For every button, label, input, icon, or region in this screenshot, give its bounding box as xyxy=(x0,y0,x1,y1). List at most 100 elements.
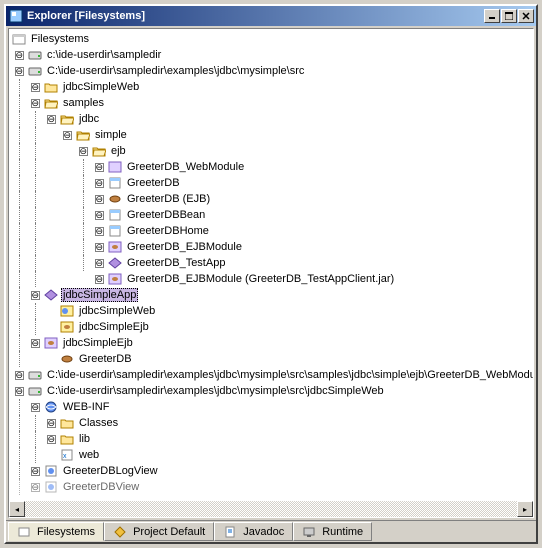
expand-toggle[interactable]: ⊖ xyxy=(31,403,40,412)
project-icon xyxy=(113,525,127,539)
expand-toggle[interactable]: ⊖ xyxy=(79,147,88,156)
tab-javadoc[interactable]: Javadoc xyxy=(214,522,293,541)
tree-label: jdbc xyxy=(77,112,101,126)
expand-toggle[interactable]: ⊖ xyxy=(15,387,24,396)
expand-toggle[interactable]: ⊖ xyxy=(47,115,56,124)
tree-label: C:\ide-userdir\sampledir\examples\jdbc\m… xyxy=(45,64,306,78)
tree-node[interactable]: jdbcSimpleWeb xyxy=(11,303,533,319)
tree-label: GreeterDB xyxy=(77,352,134,366)
tree-node[interactable]: ⊖ GreeterDB xyxy=(11,175,533,191)
tree-node[interactable]: ⊖ GreeterDB_WebModule xyxy=(11,159,533,175)
tree-node[interactable]: ⊖ Classes xyxy=(11,415,533,431)
expand-toggle[interactable]: ⊖ xyxy=(31,99,40,108)
expand-toggle[interactable]: ⊖ xyxy=(63,131,72,140)
explorer-window: Explorer [Filesystems] Filesystems ⊖ c:\… xyxy=(4,4,538,544)
ejb-ref-icon xyxy=(59,319,75,335)
tree-label: GreeterDBView xyxy=(61,480,141,494)
expand-toggle[interactable]: ⊖ xyxy=(15,371,24,380)
expand-toggle[interactable]: ⊖ xyxy=(95,211,104,220)
drive-icon xyxy=(27,47,43,63)
tree-label: c:\ide-userdir\sampledir xyxy=(45,48,163,62)
tree-node[interactable]: x web xyxy=(11,447,533,463)
tab-project-default[interactable]: Project Default xyxy=(104,522,214,541)
expand-toggle[interactable]: ⊖ xyxy=(47,419,56,428)
expand-toggle[interactable]: ⊖ xyxy=(31,483,40,492)
tab-filesystems[interactable]: Filesystems xyxy=(8,522,104,541)
xml-icon: x xyxy=(59,447,75,463)
expand-toggle[interactable]: ⊖ xyxy=(95,259,104,268)
app-icon xyxy=(43,287,59,303)
scroll-left-button[interactable]: ◂ xyxy=(9,501,25,517)
tree-label: WEB-INF xyxy=(61,400,111,414)
tree-node[interactable]: ⊖ samples xyxy=(11,95,533,111)
javadoc-icon xyxy=(223,525,237,539)
tree-label: jdbcSimpleEjb xyxy=(77,320,151,334)
expand-toggle[interactable]: ⊖ xyxy=(31,339,40,348)
tree-node[interactable]: ⊖ C:\ide-userdir\sampledir\examples\jdbc… xyxy=(11,63,533,79)
expand-toggle[interactable]: ⊖ xyxy=(31,291,40,300)
tree-node[interactable]: ⊖ GreeterDB_EJBModule (GreeterDB_TestApp… xyxy=(11,271,533,287)
tree-label: jdbcSimpleApp xyxy=(61,288,138,302)
ejb-module-icon xyxy=(107,271,123,287)
tree-node[interactable]: ⊖ GreeterDBView xyxy=(11,479,533,495)
tree-node[interactable]: ⊖ GreeterDBHome xyxy=(11,223,533,239)
expand-toggle[interactable]: ⊖ xyxy=(95,195,104,204)
tree-node[interactable]: ⊖ lib xyxy=(11,431,533,447)
tree-label: GreeterDB_TestApp xyxy=(125,256,227,270)
tree-node[interactable]: ⊖ WEB-INF xyxy=(11,399,533,415)
scroll-right-button[interactable]: ▸ xyxy=(517,501,533,517)
expand-toggle[interactable]: ⊖ xyxy=(95,179,104,188)
expand-toggle[interactable]: ⊖ xyxy=(31,467,40,476)
expand-toggle[interactable]: ⊖ xyxy=(95,275,104,284)
tree-node[interactable]: GreeterDB xyxy=(11,351,533,367)
expand-toggle[interactable]: ⊖ xyxy=(15,67,24,76)
tree-node[interactable]: ⊖ GreeterDBLogView xyxy=(11,463,533,479)
expand-toggle[interactable]: ⊖ xyxy=(95,227,104,236)
tree-label: GreeterDB_WebModule xyxy=(125,160,246,174)
tree-node[interactable]: ⊖ simple xyxy=(11,127,533,143)
tree-node[interactable]: ⊖ C:\ide-userdir\sampledir\examples\jdbc… xyxy=(11,383,533,399)
tree-label: web xyxy=(77,448,101,462)
tree-node[interactable]: ⊖ c:\ide-userdir\sampledir xyxy=(11,47,533,63)
tree-node[interactable]: ⊖ jdbcSimpleWeb xyxy=(11,79,533,95)
bean-icon xyxy=(59,351,75,367)
expand-toggle[interactable]: ⊖ xyxy=(31,83,40,92)
tree-node[interactable]: ⊖ ejb xyxy=(11,143,533,159)
close-button[interactable] xyxy=(518,9,534,23)
window-title: Explorer [Filesystems] xyxy=(27,10,484,22)
tree-label: Filesystems xyxy=(29,32,91,46)
tree-node[interactable]: ⊖ GreeterDB_EJBModule xyxy=(11,239,533,255)
tree-label: GreeterDB_EJBModule xyxy=(125,240,244,254)
tab-label: Project Default xyxy=(133,526,205,538)
tree-node[interactable]: ⊖ C:\ide-userdir\sampledir\examples\jdbc… xyxy=(11,367,533,383)
bottom-tabs: Filesystems Project Default Javadoc Runt… xyxy=(6,520,536,542)
class-icon xyxy=(107,223,123,239)
tree-view[interactable]: Filesystems ⊖ c:\ide-userdir\sampledir ⊖… xyxy=(9,29,533,501)
tree-label: lib xyxy=(77,432,92,446)
scroll-track[interactable] xyxy=(25,501,517,517)
tree-node[interactable]: ⊖ GreeterDB_TestApp xyxy=(11,255,533,271)
tree-node-selected[interactable]: ⊖ jdbcSimpleApp xyxy=(11,287,533,303)
tree-root[interactable]: Filesystems xyxy=(11,31,533,47)
tree-label: GreeterDB_EJBModule (GreeterDB_TestAppCl… xyxy=(125,272,396,286)
minimize-button[interactable] xyxy=(484,9,500,23)
maximize-button[interactable] xyxy=(501,9,517,23)
tab-label: Filesystems xyxy=(37,526,95,538)
folder-open-icon xyxy=(91,143,107,159)
titlebar[interactable]: Explorer [Filesystems] xyxy=(6,6,536,26)
expand-toggle[interactable]: ⊖ xyxy=(47,435,56,444)
expand-toggle[interactable]: ⊖ xyxy=(95,243,104,252)
expand-toggle[interactable]: ⊖ xyxy=(15,51,24,60)
tree-node[interactable]: ⊖ jdbcSimpleEjb xyxy=(11,335,533,351)
content-area: Filesystems ⊖ c:\ide-userdir\sampledir ⊖… xyxy=(8,28,534,518)
folder-icon xyxy=(43,79,59,95)
tree-node[interactable]: ⊖ GreeterDBBean xyxy=(11,207,533,223)
folder-icon xyxy=(59,415,75,431)
expand-toggle[interactable]: ⊖ xyxy=(95,163,104,172)
tab-runtime[interactable]: Runtime xyxy=(293,522,372,541)
tree-node[interactable]: ⊖ GreeterDB (EJB) xyxy=(11,191,533,207)
horizontal-scrollbar[interactable]: ◂ ▸ xyxy=(9,501,533,517)
folder-open-icon xyxy=(59,111,75,127)
tree-node[interactable]: ⊖ jdbc xyxy=(11,111,533,127)
tree-node[interactable]: jdbcSimpleEjb xyxy=(11,319,533,335)
